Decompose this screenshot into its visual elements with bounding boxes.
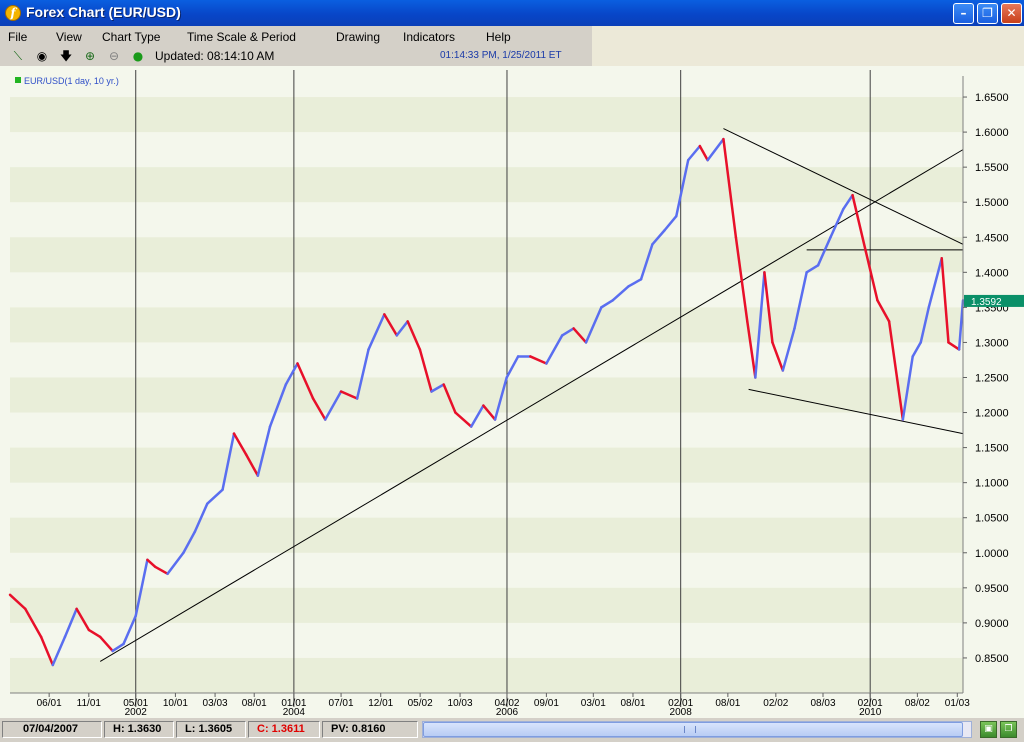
x-tick-label: 02/02 <box>763 698 788 709</box>
y-tick-label: 1.5500 <box>975 162 1009 174</box>
zoom-in-icon[interactable]: ⊕ <box>81 48 99 64</box>
x-year-label: 2006 <box>496 707 519 718</box>
menu-indicators[interactable]: Indicators <box>403 30 455 44</box>
chart-legend: EUR/USD(1 day, 10 yr.) <box>15 76 119 86</box>
x-year-label: 2010 <box>859 707 882 718</box>
grid-band <box>10 307 963 343</box>
green-dot-icon[interactable]: ● <box>129 48 147 64</box>
timestamp-label: 01:14:33 PM, 1/25/2011 ET <box>440 50 562 61</box>
minimize-button[interactable]: – <box>953 3 974 24</box>
toolbar: ⟍ ◉ 🡇 ⊕ ⊖ ● Updated: 08:14:10 AM 01:14:3… <box>0 46 592 67</box>
y-tick-label: 1.0500 <box>975 513 1009 525</box>
x-tick-label: 08/01 <box>715 698 740 709</box>
line-tool-icon[interactable]: ⟍ <box>9 48 27 64</box>
x-tick-label: 05/02 <box>408 698 433 709</box>
grid-band <box>10 97 963 133</box>
menu-chart-type[interactable]: Chart Type <box>102 30 160 44</box>
grid-band <box>10 167 963 203</box>
restore-button[interactable]: ❐ <box>977 3 998 24</box>
x-tick-label: 08/01 <box>620 698 645 709</box>
title-bar: f Forex Chart (EUR/USD) – ❐ ✕ <box>0 0 1024 26</box>
x-tick-label: 08/01 <box>242 698 267 709</box>
app-icon: f <box>5 5 21 21</box>
zoom-out-icon[interactable]: ⊖ <box>105 48 123 64</box>
y-tick-label: 1.4000 <box>975 267 1009 279</box>
menu-bar: File View Chart Type Time Scale & Period… <box>0 26 592 46</box>
x-tick-label: 10/01 <box>163 698 188 709</box>
x-tick-label: 11/01 <box>77 698 102 709</box>
price-chart[interactable]: 1.6500 1.6000 1.5500 1.5000 1.4500 1.4000 1.35… <box>0 66 1024 718</box>
scrollbar-grip-icon <box>684 726 696 733</box>
grid-band <box>10 237 963 273</box>
last-price-label: 1.3592 <box>971 297 1002 308</box>
y-tick-label: 0.9500 <box>975 583 1009 595</box>
x-tick-label: 01/03 <box>945 698 970 709</box>
down-arrow-icon[interactable]: 🡇 <box>57 48 75 64</box>
menu-view[interactable]: View <box>56 30 82 44</box>
window-tile-icon[interactable]: ▣ <box>980 721 997 738</box>
status-low: L: 1.3605 <box>176 721 246 738</box>
crosshair-icon[interactable]: ◉ <box>33 48 51 64</box>
y-tick-label: 1.2000 <box>975 408 1009 420</box>
grid-band <box>10 447 963 483</box>
x-year-label: 2002 <box>125 707 148 718</box>
y-tick-label: 1.4500 <box>975 232 1009 244</box>
y-tick-label: 1.5000 <box>975 197 1009 209</box>
x-tick-label: 08/03 <box>810 698 835 709</box>
x-tick-label: 08/02 <box>905 698 930 709</box>
toolbar-background <box>592 26 1024 66</box>
menu-time-scale[interactable]: Time Scale & Period <box>187 30 296 44</box>
x-tick-label: 07/01 <box>329 698 354 709</box>
x-tick-label: 09/01 <box>534 698 559 709</box>
y-tick-label: 1.1000 <box>975 478 1009 490</box>
menu-help[interactable]: Help <box>486 30 511 44</box>
close-button[interactable]: ✕ <box>1001 3 1022 24</box>
legend-label: EUR/USD(1 day, 10 yr.) <box>24 76 119 86</box>
grid-band <box>10 587 963 623</box>
status-date: 07/04/2007 <box>2 721 102 738</box>
window-title: Forex Chart (EUR/USD) <box>26 4 181 20</box>
status-high: H: 1.3630 <box>104 721 174 738</box>
last-price-marker: 1.3592 <box>964 294 1024 308</box>
menu-file[interactable]: File <box>8 30 27 44</box>
x-year-label: 2008 <box>670 707 693 718</box>
x-tick-label: 03/03 <box>203 698 228 709</box>
status-close: C: 1.3611 <box>248 721 320 738</box>
y-tick-label: 0.8500 <box>975 653 1009 665</box>
grid-band <box>10 377 963 413</box>
legend-swatch <box>15 77 21 83</box>
scrollbar-thumb[interactable] <box>423 722 963 737</box>
x-tick-label: 12/01 <box>368 698 393 709</box>
y-tick-label: 1.2500 <box>975 372 1009 384</box>
y-tick-label: 1.1500 <box>975 443 1009 455</box>
chart-area[interactable]: 1.6500 1.6000 1.5500 1.5000 1.4500 1.4000 1.35… <box>0 66 1024 718</box>
y-tick-label: 1.6000 <box>975 127 1009 139</box>
x-tick-label: 03/01 <box>581 698 606 709</box>
y-tick-label: 1.6500 <box>975 92 1009 104</box>
status-pv: PV: 0.8160 <box>322 721 418 738</box>
time-scrollbar[interactable] <box>422 721 972 738</box>
y-tick-label: 1.3000 <box>975 337 1009 349</box>
y-tick-label: 1.0000 <box>975 548 1009 560</box>
menu-drawing[interactable]: Drawing <box>336 30 380 44</box>
status-bar: 07/04/2007 H: 1.3630 L: 1.3605 C: 1.3611… <box>0 718 1024 742</box>
updated-label: Updated: 08:14:10 AM <box>155 49 275 63</box>
x-tick-label: 10/03 <box>448 698 473 709</box>
x-tick-label: 06/01 <box>37 698 62 709</box>
window-cascade-icon[interactable]: ❐ <box>1000 721 1017 738</box>
x-year-label: 2004 <box>283 707 306 718</box>
grid-band <box>10 517 963 553</box>
y-tick-label: 0.9000 <box>975 618 1009 630</box>
grid-band <box>10 657 963 693</box>
